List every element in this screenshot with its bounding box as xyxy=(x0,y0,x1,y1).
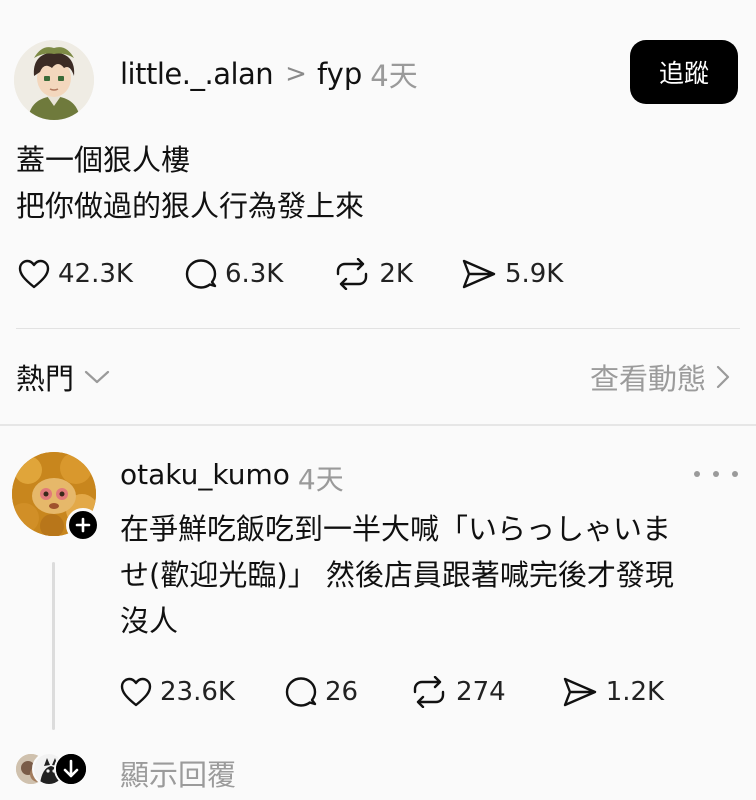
more-options-button[interactable] xyxy=(694,464,738,484)
chevron-right-icon xyxy=(716,365,730,389)
repost-button[interactable]: 2K xyxy=(333,258,413,290)
view-activity-label: 查看動態 xyxy=(589,362,706,396)
post-text-line-2: 把你做過的狠人行為發上來 xyxy=(16,189,365,223)
post-text-line-1: 蓋一個狠人樓 xyxy=(16,143,191,177)
comment-icon xyxy=(185,259,217,289)
reply-comment-button[interactable]: 26 xyxy=(285,676,358,708)
comment-count: 6.3K xyxy=(224,259,284,289)
arrow-down-icon xyxy=(56,754,86,784)
reply-share-count: 1.2K xyxy=(605,677,665,707)
repost-icon xyxy=(413,676,445,708)
post-header: little._.alan > fyp 4天 xyxy=(120,54,418,94)
share-count: 5.9K xyxy=(504,259,564,289)
post-timestamp: 4天 xyxy=(370,59,418,93)
reply-text-line-3: 沒人 xyxy=(120,604,179,638)
comment-button[interactable]: 6.3K xyxy=(185,258,283,290)
reply-repost-count: 274 xyxy=(456,677,506,707)
reply-like-count: 23.6K xyxy=(160,677,235,707)
post-actions: 42.3K 6.3K 2K 5.9K xyxy=(18,258,563,290)
section-divider xyxy=(0,424,756,426)
follow-button[interactable]: 追蹤 xyxy=(630,40,738,104)
repost-icon xyxy=(337,258,368,290)
heart-icon xyxy=(120,677,152,707)
chevron-right-icon: > xyxy=(285,59,307,89)
reply-timestamp: 4天 xyxy=(297,463,344,496)
send-icon xyxy=(462,259,496,289)
view-activity-link[interactable]: 查看動態 xyxy=(590,356,730,398)
plus-icon xyxy=(75,517,91,533)
like-button[interactable]: 42.3K xyxy=(18,259,133,289)
reply-text-line-1: 在爭鮮吃飯吃到一半大喊「いらっしゃいま xyxy=(120,512,672,546)
follow-plus-button[interactable] xyxy=(66,508,100,542)
sort-label: 熱門 xyxy=(16,362,75,396)
show-replies-link[interactable]: 顯示回覆 xyxy=(120,752,236,794)
heart-icon xyxy=(18,259,50,289)
sort-dropdown[interactable]: 熱門 xyxy=(16,356,110,398)
topic-tag[interactable]: fyp xyxy=(317,57,362,91)
dot-icon xyxy=(732,471,738,477)
author-avatar[interactable] xyxy=(14,40,94,120)
reply-share-button[interactable]: 1.2K xyxy=(562,676,664,708)
dot-icon xyxy=(694,471,700,477)
send-icon xyxy=(563,677,596,707)
reply-avatars[interactable] xyxy=(14,752,94,788)
reply-actions: 23.6K 26 274 1.2K xyxy=(120,676,664,708)
comment-icon xyxy=(285,677,317,707)
reply-header: otaku_kumo 4天 xyxy=(120,458,344,498)
chevron-down-icon xyxy=(84,370,110,384)
reply-text-line-2: せ(歡迎光臨)」 然後店員跟著喊完後才發現 xyxy=(120,558,674,592)
divider xyxy=(16,328,740,329)
dot-icon xyxy=(713,471,719,477)
author-username[interactable]: little._.alan xyxy=(120,57,274,91)
reply-username[interactable]: otaku_kumo xyxy=(120,458,290,498)
thread-line xyxy=(52,562,55,730)
reply-repost-button[interactable]: 274 xyxy=(410,676,506,708)
like-count: 42.3K xyxy=(58,259,133,289)
mini-avatar xyxy=(54,752,88,786)
repost-count: 2K xyxy=(379,259,413,289)
reply-comment-count: 26 xyxy=(324,677,359,707)
reply-like-button[interactable]: 23.6K xyxy=(120,677,235,707)
share-button[interactable]: 5.9K xyxy=(461,258,563,290)
